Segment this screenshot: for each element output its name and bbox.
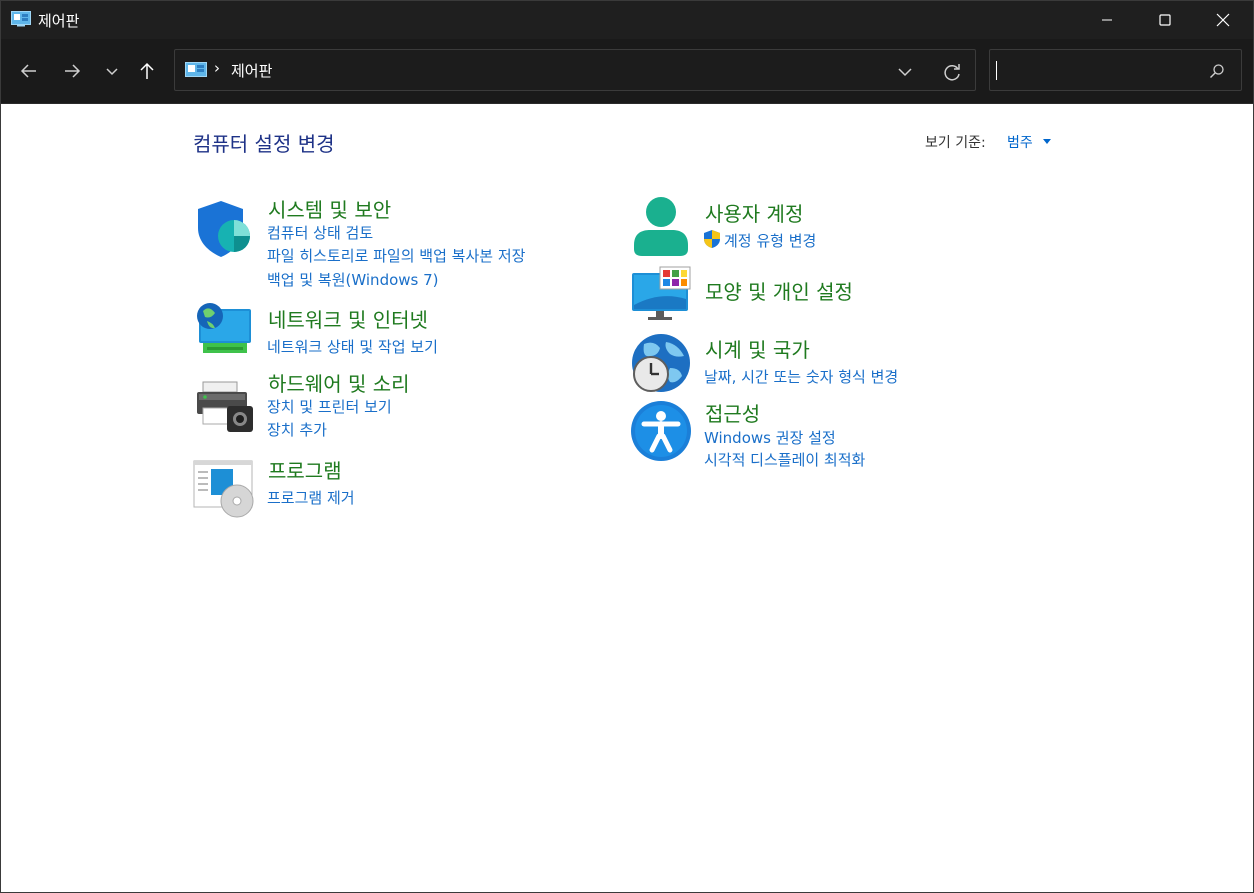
window-title: 제어판 — [38, 12, 80, 30]
category-clock-region[interactable]: 시계 및 국가 — [705, 334, 810, 363]
link-devices-printers[interactable]: 장치 및 프린터 보기 — [267, 396, 392, 417]
category-hardware-sound[interactable]: 하드웨어 및 소리 — [268, 368, 410, 397]
network-icon[interactable] — [193, 301, 255, 363]
clock-globe-icon[interactable] — [630, 332, 692, 394]
text-caret — [996, 61, 997, 80]
control-panel-icon — [185, 62, 207, 77]
control-panel-icon — [11, 11, 31, 27]
minimize-icon — [1102, 19, 1112, 21]
minimize-button[interactable] — [1078, 1, 1136, 39]
page-title: 컴퓨터 설정 변경 — [193, 132, 335, 156]
maximize-button[interactable] — [1136, 1, 1194, 39]
address-bar[interactable]: › 제어판 — [174, 49, 976, 91]
close-button[interactable] — [1194, 1, 1252, 39]
breadcrumb-separator: › — [214, 59, 220, 77]
chevron-down-icon — [106, 68, 118, 76]
uac-shield-icon — [704, 230, 720, 248]
search-icon[interactable] — [1209, 63, 1225, 79]
arrow-right-icon — [65, 64, 81, 78]
category-appearance-personalization[interactable]: 모양 및 개인 설정 — [705, 276, 853, 305]
category-user-accounts[interactable]: 사용자 계정 — [705, 198, 803, 227]
view-by-dropdown[interactable]: 범주 — [1007, 132, 1033, 152]
recent-locations-button[interactable] — [98, 57, 126, 85]
link-network-status[interactable]: 네트워크 상태 및 작업 보기 — [267, 336, 438, 357]
link-backup-restore[interactable]: 백업 및 복원(Windows 7) — [267, 269, 439, 290]
arrow-left-icon — [20, 64, 36, 78]
maximize-icon — [1159, 14, 1171, 26]
refresh-icon[interactable] — [941, 61, 963, 83]
view-by-label: 보기 기준: — [925, 135, 986, 151]
category-ease-of-access[interactable]: 접근성 — [705, 398, 760, 427]
link-change-date-time-format[interactable]: 날짜, 시간 또는 숫자 형식 변경 — [704, 366, 898, 387]
breadcrumb-control-panel[interactable]: 제어판 — [231, 60, 272, 81]
search-box[interactable] — [989, 49, 1242, 91]
back-button[interactable] — [15, 57, 43, 85]
navigation-bar: › 제어판 — [1, 39, 1253, 104]
printer-icon[interactable] — [193, 378, 255, 440]
category-programs[interactable]: 프로그램 — [268, 455, 342, 484]
user-icon[interactable] — [630, 195, 692, 257]
link-review-computer-status[interactable]: 컴퓨터 상태 검토 — [267, 222, 373, 243]
link-file-history-backup[interactable]: 파일 히스토리로 파일의 백업 복사본 저장 — [267, 245, 525, 266]
close-icon — [1216, 13, 1230, 27]
monitor-icon[interactable] — [630, 265, 692, 327]
content-area: 컴퓨터 설정 변경 보기 기준: 범주 시스템 및 보안 컴퓨터 상태 검토 파… — [1, 104, 1253, 892]
shield-icon[interactable] — [193, 198, 255, 260]
link-change-account-type[interactable]: 계정 유형 변경 — [724, 230, 816, 251]
forward-button[interactable] — [58, 57, 86, 85]
dropdown-arrow-icon[interactable] — [1043, 139, 1051, 144]
link-windows-recommended-settings[interactable]: Windows 권장 설정 — [704, 427, 836, 448]
accessibility-icon[interactable] — [630, 400, 692, 462]
chevron-down-icon[interactable] — [895, 62, 915, 82]
control-panel-window: 제어판 › 제어판 컴퓨터 설정 변경 보기 기준: 범주 시스템 및 보안 컴… — [0, 0, 1254, 893]
link-add-device[interactable]: 장치 추가 — [267, 419, 327, 440]
programs-icon[interactable] — [193, 459, 255, 521]
category-network-internet[interactable]: 네트워크 및 인터넷 — [268, 304, 428, 333]
link-uninstall-program[interactable]: 프로그램 제거 — [267, 487, 355, 508]
arrow-up-icon — [140, 62, 154, 79]
title-bar: 제어판 — [1, 1, 1253, 39]
category-system-security[interactable]: 시스템 및 보안 — [268, 194, 391, 223]
link-optimize-visual-display[interactable]: 시각적 디스플레이 최적화 — [704, 449, 865, 470]
up-button[interactable] — [133, 57, 161, 85]
